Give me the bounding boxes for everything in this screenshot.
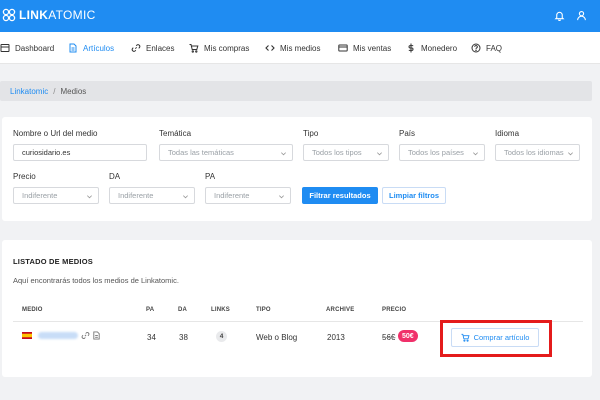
row-price-badge: 50€: [398, 330, 418, 342]
pa-filter-label: PA: [205, 172, 216, 181]
tipo-select[interactable]: Todos los tipos: [303, 144, 389, 161]
precio-select[interactable]: Indiferente: [13, 187, 99, 204]
nav-monedero[interactable]: Monedero: [406, 43, 457, 53]
media-listing-card: LISTADO DE MEDIOS Aquí encontrarás todos…: [2, 240, 592, 377]
link-icon[interactable]: [81, 331, 90, 340]
chevron-down-icon: [568, 152, 573, 156]
da-select[interactable]: Indiferente: [109, 187, 195, 204]
tematica-filter-label: Temática: [159, 129, 192, 138]
document-icon: [69, 43, 77, 53]
clear-filters-button[interactable]: Limpiar filtros: [382, 187, 446, 204]
da-filter-label: DA: [109, 172, 121, 181]
row-tipo: Web o Blog: [256, 333, 298, 342]
breadcrumb-root-link[interactable]: Linkatomic: [10, 87, 48, 96]
pa-select[interactable]: Indiferente: [205, 187, 291, 204]
nav-faq[interactable]: FAQ: [471, 43, 502, 53]
chevron-down-icon: [183, 195, 188, 199]
chevron-down-icon: [279, 195, 284, 199]
breadcrumb-current: Medios: [60, 86, 87, 96]
tematica-select[interactable]: Todas las temáticas: [159, 144, 293, 161]
column-header-precio: PRECIO: [382, 307, 407, 313]
dollar-icon: [408, 43, 414, 53]
logo-icon: [2, 8, 16, 22]
document-icon[interactable]: [92, 331, 101, 340]
column-header-da: DA: [178, 307, 188, 313]
media-name-blurred[interactable]: [38, 332, 78, 339]
row-da: 38: [179, 333, 188, 342]
nav-enlaces[interactable]: Enlaces: [131, 43, 174, 53]
code-icon: [265, 45, 275, 51]
name-filter-input[interactable]: curiosidario.es: [13, 144, 147, 161]
chevron-down-icon: [281, 152, 286, 156]
chevron-down-icon: [473, 152, 478, 156]
bell-icon[interactable]: [554, 10, 565, 21]
spain-flag-icon: [22, 332, 32, 339]
help-icon: [471, 43, 481, 53]
column-header-tipo: TIPO: [256, 307, 271, 313]
idioma-filter-label: Idioma: [495, 129, 520, 138]
top-bar: LINKATOMIC: [0, 0, 600, 32]
buy-article-button[interactable]: Comprar artículo: [451, 328, 539, 347]
tipo-filter-label: Tipo: [303, 129, 319, 138]
row-price-old: 56€: [382, 333, 396, 342]
nav-mis-medios[interactable]: Mis medios: [265, 43, 320, 53]
pais-select[interactable]: Todos los países: [399, 144, 485, 161]
pais-filter-label: País: [399, 129, 416, 138]
card-icon: [338, 44, 348, 52]
app-logo[interactable]: LINKATOMIC: [2, 8, 96, 22]
row-pa: 34: [147, 333, 156, 342]
row-links-badge: 4: [216, 331, 227, 342]
breadcrumb-separator: /: [53, 86, 56, 96]
cart-icon: [461, 333, 470, 342]
column-header-links: LINKS: [211, 307, 230, 313]
listing-description: Aquí encontrarás todos los medios de Lin…: [13, 276, 179, 285]
user-icon[interactable]: [576, 10, 587, 21]
cart-icon: [189, 44, 199, 53]
column-header-medio: MEDIO: [22, 307, 43, 313]
chevron-down-icon: [87, 195, 92, 199]
name-filter-label: Nombre o Url del medio: [13, 129, 98, 138]
precio-filter-label: Precio: [13, 172, 36, 181]
filter-results-button[interactable]: Filtrar resultados: [302, 187, 378, 204]
idioma-select[interactable]: Todos los idiomas: [495, 144, 580, 161]
breadcrumb: Linkatomic / Medios: [0, 81, 592, 101]
column-header-archive: ARCHIVE: [326, 307, 355, 313]
listing-title: LISTADO DE MEDIOS: [13, 257, 93, 266]
filters-card: Nombre o Url del medio curiosidario.es T…: [2, 117, 592, 221]
chevron-down-icon: [377, 152, 382, 156]
main-nav: Dashboard Artículos Enlaces Mis compras …: [0, 32, 600, 64]
link-icon: [131, 44, 141, 52]
column-header-pa: PA: [146, 307, 155, 313]
nav-dashboard[interactable]: Dashboard: [0, 43, 54, 53]
nav-mis-ventas[interactable]: Mis ventas: [338, 43, 391, 53]
dashboard-icon: [0, 44, 10, 52]
row-archive: 2013: [327, 333, 345, 342]
app-title: LINKATOMIC: [19, 8, 96, 22]
nav-articulos[interactable]: Artículos: [68, 43, 114, 53]
nav-mis-compras[interactable]: Mis compras: [189, 43, 249, 53]
